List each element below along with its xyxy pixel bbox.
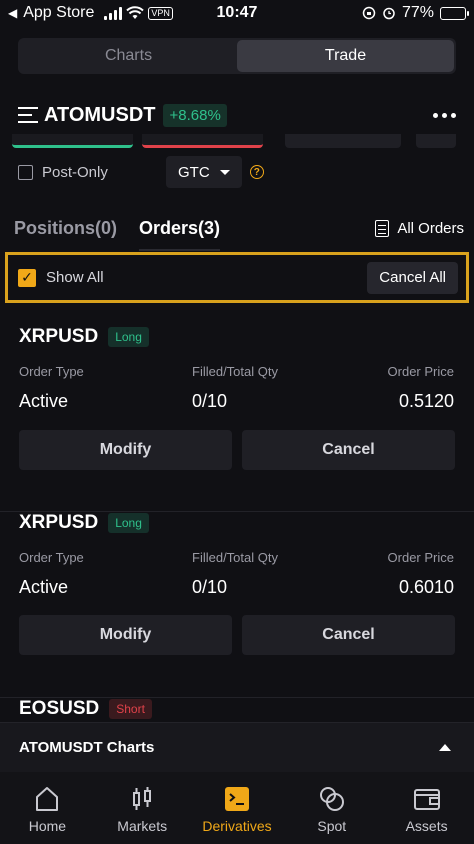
- nav-spot[interactable]: Spot: [284, 772, 379, 844]
- sell-button-edge: [142, 134, 263, 148]
- order-options-row: Post-Only GTC ?: [18, 156, 456, 188]
- help-icon[interactable]: ?: [249, 165, 264, 179]
- price-col: Order Price 0.5120: [388, 364, 454, 412]
- charts-drawer-bar[interactable]: ATOMUSDT Charts: [0, 722, 474, 772]
- cancel-button[interactable]: Cancel: [242, 430, 455, 470]
- qty-value: 0/10: [192, 577, 228, 597]
- candlestick-icon: [133, 787, 152, 810]
- charts-drawer-title[interactable]: ATOMUSDT Charts: [19, 739, 154, 756]
- price-col: Order Price 0.6010: [388, 550, 454, 598]
- order-card: XRPUSD Long Order Type Active Filled/Tot…: [0, 326, 474, 512]
- order-type-col: Order Type Active: [19, 364, 84, 412]
- alarm-icon: [383, 7, 395, 20]
- price-value: 0.6010: [398, 577, 454, 597]
- order-card: XRPUSD Long Order Type Active Filled/Tot…: [0, 512, 474, 698]
- cancel-button[interactable]: Cancel: [242, 615, 455, 655]
- qty-label: Filled/Total Qty: [192, 364, 278, 379]
- buy-button-edge: [12, 134, 133, 148]
- post-only-label[interactable]: Post-Only: [42, 164, 108, 181]
- tab-trade[interactable]: Trade: [237, 40, 454, 72]
- wallet-icon: [413, 789, 440, 810]
- show-all-checkbox[interactable]: ✓: [18, 268, 36, 287]
- menu-icon[interactable]: [18, 107, 38, 123]
- tab-positions[interactable]: Positions(0): [14, 218, 117, 239]
- tab-orders[interactable]: Orders(3): [139, 218, 221, 251]
- more-options-icon[interactable]: [433, 112, 456, 118]
- show-all-label[interactable]: Show All: [46, 269, 104, 286]
- price-label: Order Price: [387, 364, 454, 379]
- tab-charts[interactable]: Charts: [20, 40, 237, 72]
- order-symbol: EOSUSD: [19, 698, 100, 719]
- derivatives-icon: [224, 787, 249, 811]
- order-type-value: Active: [19, 391, 69, 411]
- chevron-up-icon[interactable]: [439, 744, 451, 751]
- order-type-value: Active: [19, 577, 69, 597]
- symbol-title[interactable]: ATOMUSDT: [44, 104, 155, 127]
- order-type-label: Order Type: [19, 550, 84, 565]
- nav-label: Markets: [117, 818, 168, 834]
- spot-icon: [319, 787, 344, 811]
- price-change-badge: +8.68%: [163, 103, 227, 127]
- order-symbol: XRPUSD: [19, 512, 99, 533]
- status-bar: ◀ App Store VPN 10:47 77%: [0, 0, 474, 28]
- cancel-all-button[interactable]: Cancel All: [367, 261, 458, 294]
- nav-label: Home: [28, 818, 67, 834]
- symbol-header: ATOMUSDT +8.68%: [18, 100, 456, 130]
- modify-button[interactable]: Modify: [19, 615, 232, 655]
- qty-col: Filled/Total Qty 0/10: [192, 364, 278, 412]
- nav-label: Derivatives: [202, 818, 272, 834]
- order-type-label: Order Type: [19, 364, 84, 379]
- nav-label: Assets: [405, 818, 448, 834]
- qty-value: 0/10: [192, 391, 228, 411]
- battery-percent: 77%: [401, 4, 434, 21]
- side-badge: Long: [108, 327, 149, 347]
- qty-label: Filled/Total Qty: [192, 550, 278, 565]
- nav-label: Spot: [317, 818, 347, 834]
- home-icon: [36, 787, 59, 811]
- nav-derivatives[interactable]: Derivatives: [190, 772, 285, 844]
- charts-trade-toggle: Charts Trade: [18, 38, 456, 74]
- show-all-bar: ✓ Show All Cancel All: [5, 252, 469, 303]
- bottom-nav: Home Markets Derivatives Spot Assets: [0, 772, 474, 844]
- battery-icon: [440, 6, 469, 20]
- post-only-checkbox[interactable]: [18, 164, 33, 180]
- dropdown-edge: [416, 134, 456, 148]
- time-in-force-value: GTC: [178, 163, 210, 181]
- qty-col: Filled/Total Qty 0/10: [192, 550, 278, 598]
- all-orders-link[interactable]: All Orders: [375, 219, 464, 237]
- rotation-lock-icon: [362, 6, 376, 20]
- all-orders-label: All Orders: [397, 219, 464, 237]
- price-label: Order Price: [387, 550, 454, 565]
- chevron-down-icon: [219, 169, 230, 175]
- price-value: 0.5120: [398, 391, 454, 411]
- nav-markets[interactable]: Markets: [95, 772, 190, 844]
- time-in-force-select[interactable]: GTC: [165, 156, 242, 188]
- cost-field-edge: [285, 134, 401, 148]
- side-badge: Long: [108, 513, 149, 533]
- modify-button[interactable]: Modify: [19, 430, 232, 470]
- nav-assets[interactable]: Assets: [379, 772, 474, 844]
- order-type-col: Order Type Active: [19, 550, 84, 598]
- document-icon: [375, 219, 390, 237]
- order-symbol: XRPUSD: [19, 326, 99, 347]
- nav-home[interactable]: Home: [0, 772, 95, 844]
- positions-orders-tabs: Positions(0) Orders(3) All Orders: [14, 212, 464, 251]
- side-badge: Short: [109, 699, 152, 719]
